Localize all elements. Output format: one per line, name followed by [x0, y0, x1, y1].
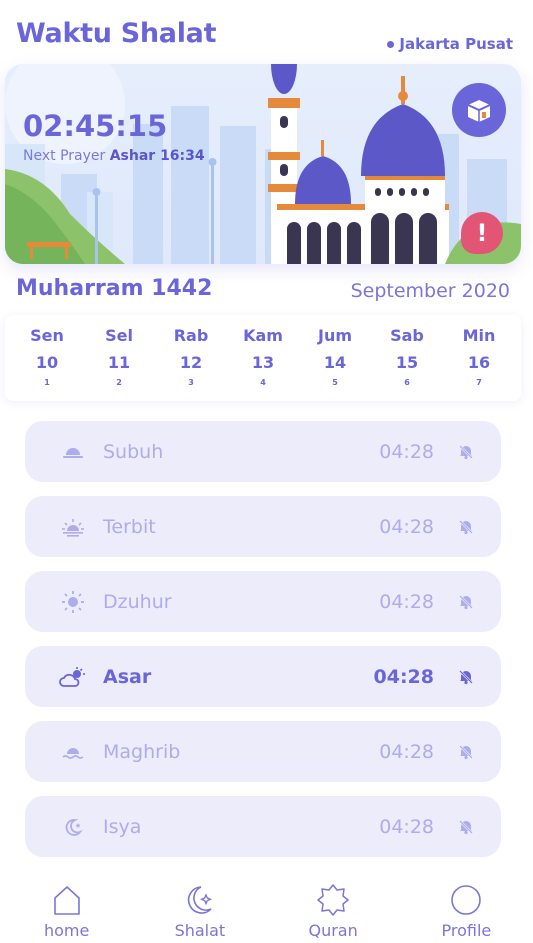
prayer-time: 04:28 [379, 515, 434, 538]
bell-off-icon[interactable] [454, 594, 478, 610]
day-date: 14 [323, 353, 347, 372]
nav-quran[interactable]: Quran [267, 870, 400, 943]
prayer-row-isya[interactable]: Isya 04:28 [25, 796, 501, 857]
calendar-day[interactable]: Sab 15 6 [377, 315, 437, 401]
day-name: Min [462, 326, 496, 345]
hijri-month: Muharram 1442 [16, 276, 213, 301]
bell-off-icon[interactable] [454, 669, 478, 685]
day-name: Sab [390, 326, 424, 345]
location-selector[interactable]: Jakarta Pusat [387, 35, 513, 53]
prayer-time: 04:28 [379, 440, 434, 463]
moon-star-icon [58, 817, 88, 837]
nav-shalat[interactable]: Shalat [133, 870, 266, 943]
nav-label: home [43, 921, 90, 940]
alert-button[interactable]: ! [461, 212, 503, 254]
octagram-icon [316, 880, 350, 920]
day-date: 10 [35, 353, 59, 372]
week-calendar: Sen 10 1 Sel 11 2 Rab 12 3 Kam 13 4 Jum 14 5 Sab 15… [5, 315, 521, 401]
kaaba-icon [467, 100, 491, 122]
prayer-time: 04:28 [379, 740, 434, 763]
home-icon [51, 880, 83, 920]
crescent-star-icon [184, 880, 216, 920]
calendar-day[interactable]: Rab 12 3 [161, 315, 221, 401]
sunrise-icon [58, 517, 88, 537]
calendar-day[interactable]: Sel 11 2 [89, 315, 149, 401]
day-date: 13 [251, 353, 275, 372]
day-name: Rab [173, 326, 209, 345]
prayer-row-subuh[interactable]: Subuh 04:28 [25, 421, 501, 482]
prayer-name: Terbit [103, 515, 156, 538]
prayer-banner: 02:45:15 Next Prayer Ashar 16:34 ! [5, 64, 521, 264]
prayer-time: 04:28 [379, 815, 434, 838]
calendar-day[interactable]: Sen 10 1 [17, 315, 77, 401]
prayer-name: Subuh [103, 440, 164, 463]
day-name: Sel [105, 326, 133, 345]
nav-label: Quran [308, 921, 358, 940]
prayer-name: Asar [103, 665, 152, 688]
day-hijri: 5 [332, 378, 338, 387]
day-hijri: 1 [44, 378, 50, 387]
day-hijri: 6 [404, 378, 410, 387]
cloud-sun-icon [58, 666, 88, 688]
prayer-row-dzuhur[interactable]: Dzuhur 04:28 [25, 571, 501, 632]
nav-profile[interactable]: Profile [400, 870, 533, 943]
bell-off-icon[interactable] [454, 744, 478, 760]
prayer-row-maghrib[interactable]: Maghrib 04:28 [25, 721, 501, 782]
day-hijri: 7 [476, 378, 482, 387]
prayer-time: 04:28 [373, 665, 434, 688]
bell-off-icon[interactable] [454, 819, 478, 835]
next-prayer-value: Ashar 16:34 [109, 148, 205, 164]
day-name: Jum [317, 326, 352, 345]
sun-horizon-icon [58, 444, 88, 460]
next-prayer: Next Prayer Ashar 16:34 [23, 148, 205, 164]
nav-home[interactable]: home [0, 870, 133, 943]
countdown-clock: 02:45:15 [23, 109, 168, 143]
prayer-name: Isya [103, 815, 142, 838]
day-name: Sen [30, 326, 64, 345]
bell-off-icon[interactable] [454, 444, 478, 460]
nav-label: Shalat [174, 921, 226, 940]
prayer-row-terbit[interactable]: Terbit 04:28 [25, 496, 501, 557]
location-dot-icon [387, 40, 395, 48]
day-date: 12 [179, 353, 203, 372]
gregorian-month[interactable]: September 2020 [351, 280, 510, 302]
prayer-name: Maghrib [103, 740, 181, 763]
day-date: 15 [395, 353, 419, 372]
qibla-button[interactable] [452, 83, 506, 137]
nav-label: Profile [441, 921, 492, 940]
mosque-illustration [5, 64, 521, 264]
location-label: Jakarta Pusat [399, 35, 513, 53]
day-date: 11 [107, 353, 131, 372]
day-date: 16 [467, 353, 491, 372]
bottom-nav: home Shalat Quran Profile [0, 870, 533, 943]
prayer-row-asar[interactable]: Asar 04:28 [25, 646, 501, 707]
calendar-day[interactable]: Jum 14 5 [305, 315, 365, 401]
sunset-icon [58, 743, 88, 761]
prayer-name: Dzuhur [103, 590, 172, 613]
profile-circle-icon [450, 880, 482, 920]
day-hijri: 3 [188, 378, 194, 387]
calendar-day[interactable]: Kam 13 4 [233, 315, 293, 401]
day-hijri: 2 [116, 378, 122, 387]
calendar-day[interactable]: Min 16 7 [449, 315, 509, 401]
prayer-time: 04:28 [379, 590, 434, 613]
sun-icon [58, 590, 88, 614]
bell-off-icon[interactable] [454, 519, 478, 535]
alert-icon: ! [476, 219, 488, 247]
app-title: Waktu Shalat [16, 18, 217, 49]
day-hijri: 4 [260, 378, 266, 387]
day-name: Kam [243, 326, 283, 345]
next-prayer-label: Next Prayer [23, 148, 106, 164]
